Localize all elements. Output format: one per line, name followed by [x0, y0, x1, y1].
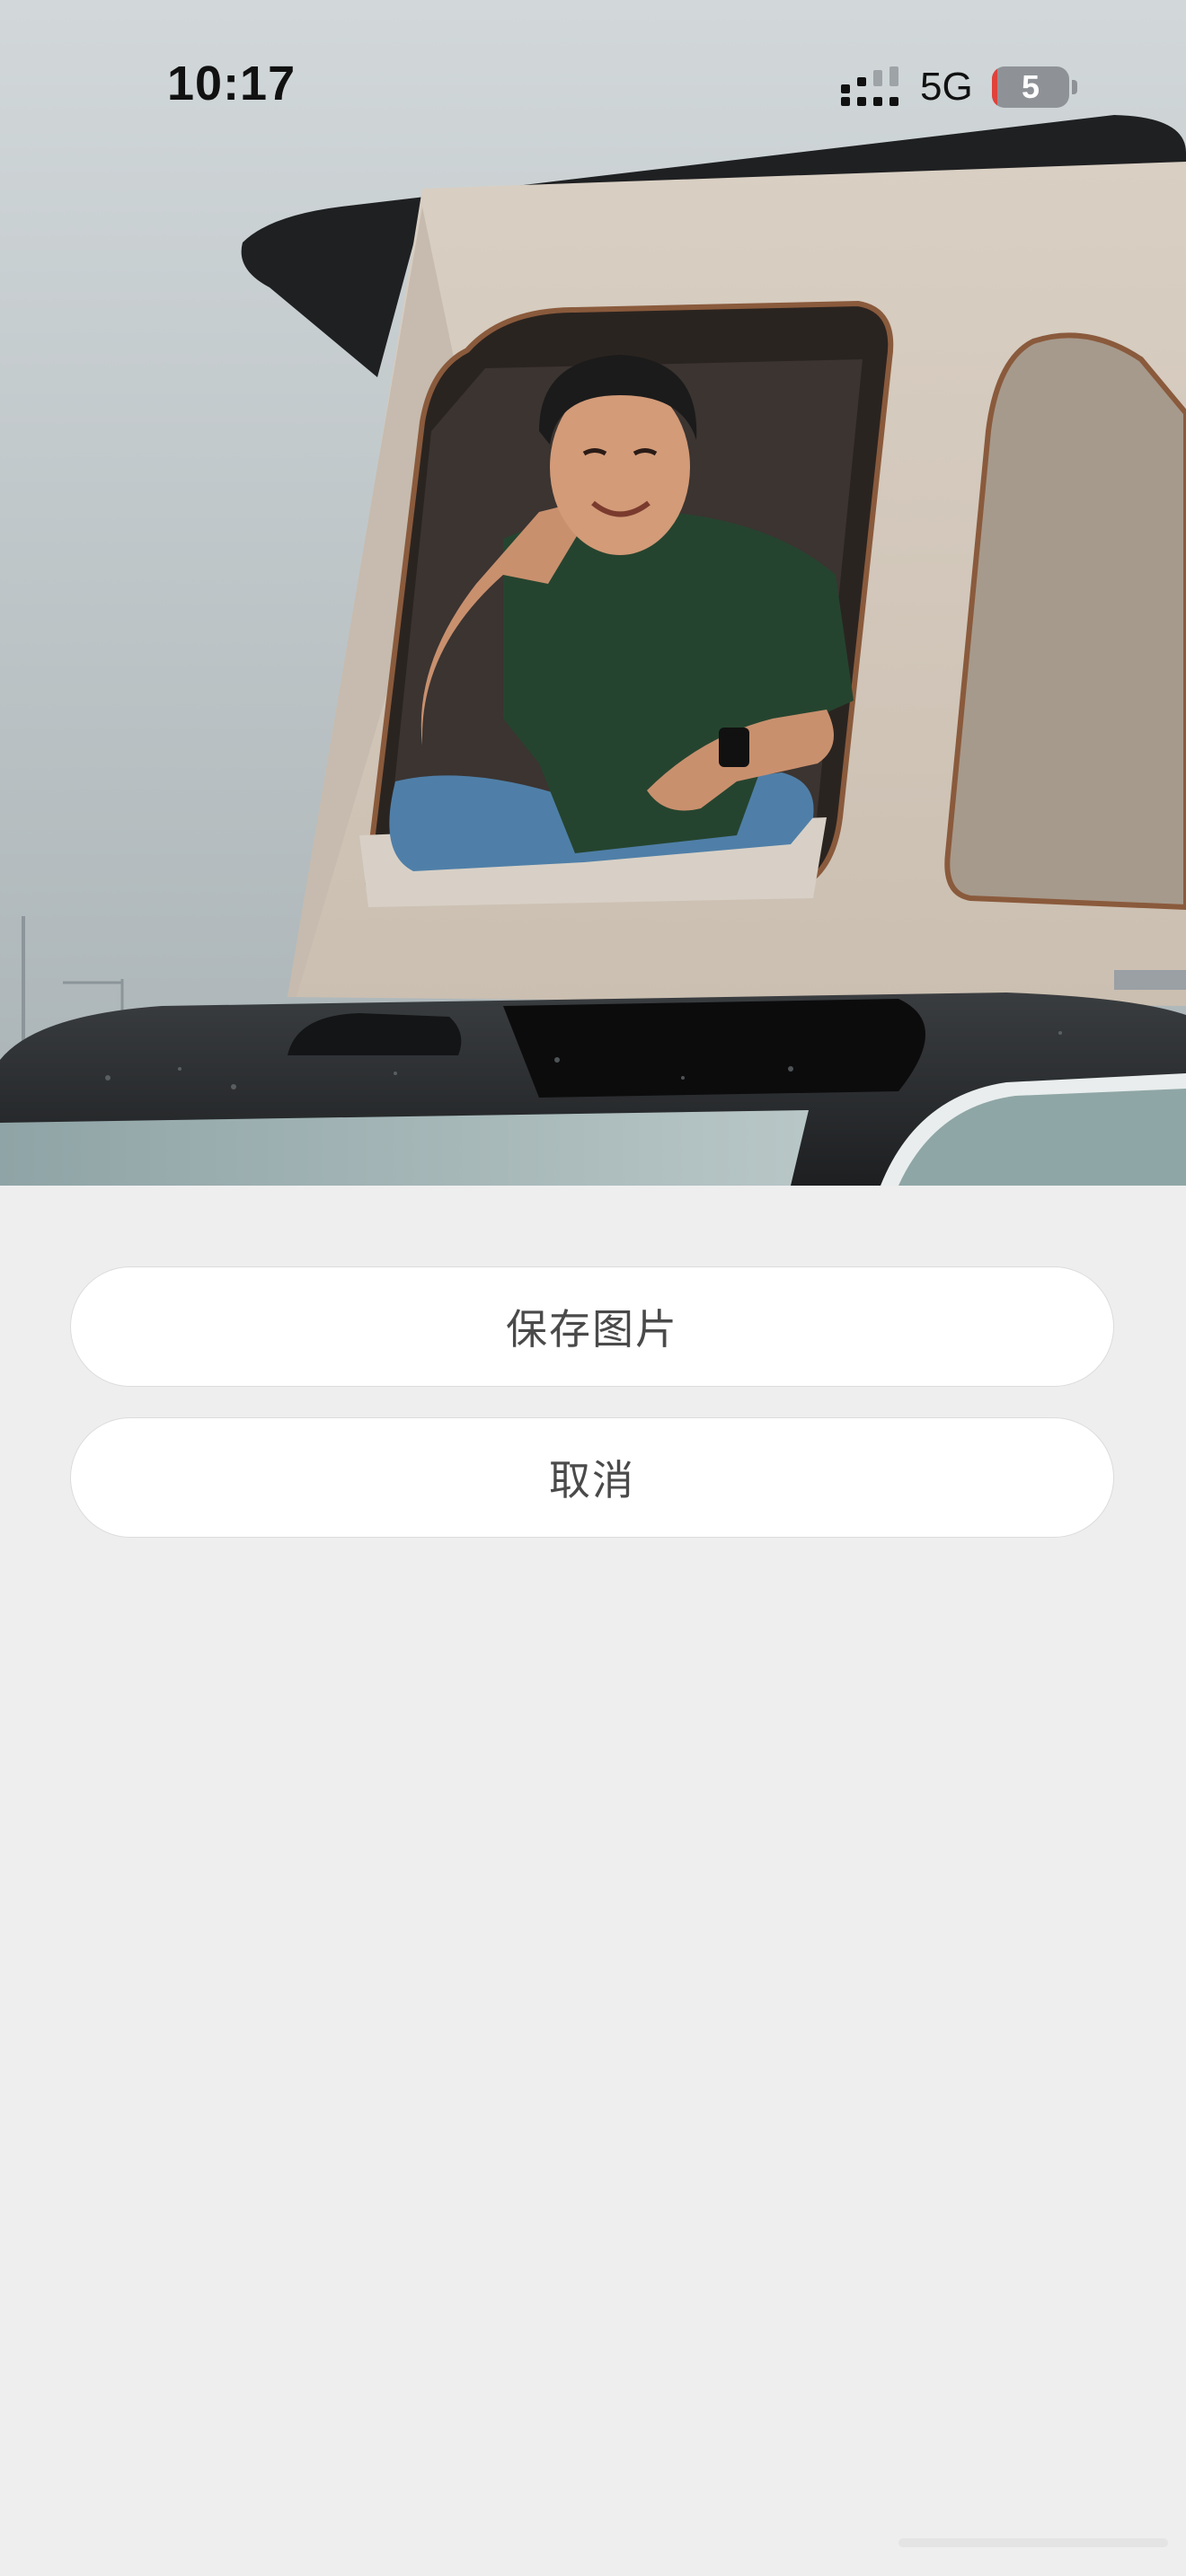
- save-image-button[interactable]: 保存图片: [70, 1266, 1114, 1387]
- photo-image: [0, 0, 1186, 1186]
- battery-icon: 5: [992, 66, 1078, 108]
- status-time: 10:17: [167, 57, 296, 110]
- home-indicator[interactable]: [898, 2538, 1168, 2547]
- action-sheet: 保存图片 取消: [0, 1186, 1186, 2576]
- cancel-button[interactable]: 取消: [70, 1417, 1114, 1538]
- photo-preview[interactable]: [0, 0, 1186, 1186]
- screen: 10:17 5G 5 保存图片 取消: [0, 0, 1186, 2576]
- network-type: 5G: [920, 65, 973, 109]
- battery-percent: 5: [1021, 68, 1040, 105]
- signal-bars-icon: [841, 66, 898, 106]
- status-bar: 10:17 5G 5: [0, 0, 1186, 171]
